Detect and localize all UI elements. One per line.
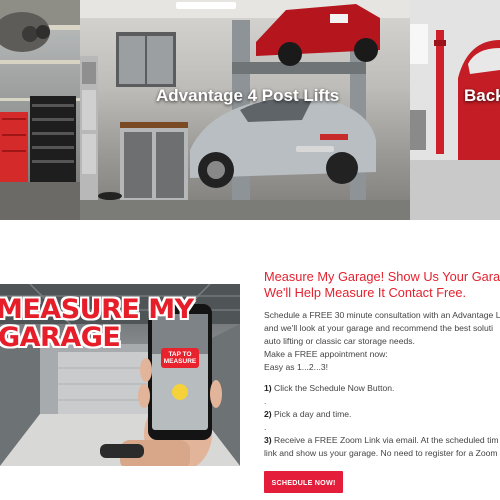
step-1: 1) Click the Schedule Now Button. xyxy=(264,382,500,395)
slide-3-photo xyxy=(410,0,500,220)
step-2-number: 2) xyxy=(264,409,272,419)
step-separator: . xyxy=(264,422,267,432)
section-heading-line1: Measure My Garage! Show Us Your Garage xyxy=(264,269,500,284)
slide-3-title: Back xyxy=(464,86,500,105)
intro-line: Easy as 1...2...3! xyxy=(264,362,329,372)
phone-label-line1: TAP TO xyxy=(168,351,192,358)
step-3-text-line2: link and show us your garage. No need to… xyxy=(264,448,498,458)
slide-2-photo xyxy=(80,0,410,220)
section-heading: Measure My Garage! Show Us Your Garage W… xyxy=(264,269,500,301)
lift-carousel[interactable]: Advantage 4 Post Lifts Back xyxy=(0,0,500,220)
intro-line: Make a FREE appointment now: xyxy=(264,349,388,359)
slide-2-title: Advantage 4 Post Lifts xyxy=(156,86,340,105)
intro-line: auto lifting or classic car storage need… xyxy=(264,336,415,346)
carousel-slide-back[interactable]: Back xyxy=(410,0,500,220)
step-1-text: Click the Schedule Now Button. xyxy=(271,383,395,393)
thumbnail-title-line2: GARAGE xyxy=(0,322,121,353)
carousel-slide-engine-garage[interactable] xyxy=(0,0,80,220)
thumbnail-title-line1: MEASURE MY xyxy=(0,294,194,325)
slide-1-photo xyxy=(0,0,80,220)
intro-line: and we'll look at your garage and recomm… xyxy=(264,323,494,333)
step-separator: . xyxy=(264,396,267,406)
step-2-text: Pick a day and time. xyxy=(271,409,352,419)
section-heading-line2: We'll Help Measure It Contact Free. xyxy=(264,285,467,300)
step-2: 2) Pick a day and time. xyxy=(264,408,500,421)
step-1-number: 1) xyxy=(264,383,272,393)
schedule-now-button[interactable]: SCHEDULE NOW! xyxy=(264,471,343,493)
phone-label: TAP TO MEASURE xyxy=(161,348,199,368)
step-3: 3) Receive a FREE Zoom Link via email. A… xyxy=(264,434,500,460)
phone-label-line2: MEASURE xyxy=(163,358,197,365)
intro-line: Schedule a FREE 30 minute consultation w… xyxy=(264,310,500,320)
carousel-slide-4-post-lifts[interactable]: Advantage 4 Post Lifts xyxy=(80,0,410,220)
step-3-number: 3) xyxy=(264,435,272,445)
intro-paragraph: Schedule a FREE 30 minute consultation w… xyxy=(264,309,500,374)
step-3-text-line1: Receive a FREE Zoom Link via email. At t… xyxy=(271,435,499,445)
